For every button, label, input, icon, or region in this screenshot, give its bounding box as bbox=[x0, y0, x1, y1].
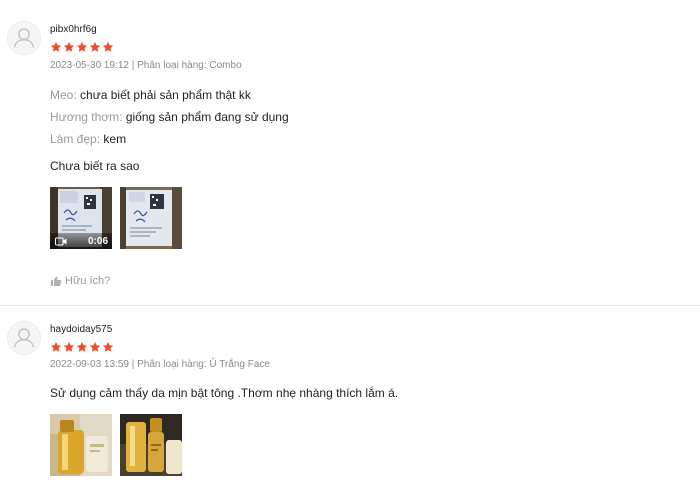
review-text: Chưa biết ra sao bbox=[50, 159, 140, 173]
attribute-label: Meo: bbox=[50, 88, 77, 102]
review-item: pibx0hrf6g 2023-05-30 19:12 | Phân loại … bbox=[0, 0, 700, 306]
review-attribute: Meo: chưa biết phải sản phẩm thật kk bbox=[50, 88, 251, 102]
review-image bbox=[120, 414, 182, 476]
star-icon bbox=[76, 341, 88, 353]
review-item: haydoiday575 2022-09-03 13:59 | Phân loạ… bbox=[0, 307, 700, 500]
video-duration: 0:06 bbox=[87, 235, 108, 247]
star-icon bbox=[50, 41, 62, 53]
video-overlay: 0:06 bbox=[50, 233, 112, 249]
review-attribute: Hương thơm: giống sản phẩm đang sử dụng bbox=[50, 110, 289, 124]
star-icon bbox=[76, 41, 88, 53]
review-meta: 2023-05-30 19:12 | Phân loại hàng: Combo bbox=[50, 60, 242, 71]
user-icon bbox=[8, 321, 40, 355]
review-meta: 2022-09-03 13:59 | Phân loại hàng: Ủ Trắ… bbox=[50, 359, 270, 370]
attribute-value: chưa biết phải sản phẩm thật kk bbox=[80, 88, 251, 102]
attribute-label: Làm đẹp: bbox=[50, 132, 101, 146]
review-image bbox=[50, 414, 112, 476]
review-video-thumbnail[interactable]: 0:06 bbox=[50, 187, 112, 249]
review-image-thumbnail[interactable] bbox=[50, 414, 112, 476]
attribute-value: giống sản phẩm đang sử dụng bbox=[125, 110, 289, 124]
star-icon bbox=[50, 341, 62, 353]
reviewer-username[interactable]: haydoiday575 bbox=[50, 324, 112, 335]
reviewer-username[interactable]: pibx0hrf6g bbox=[50, 24, 97, 35]
video-camera-icon bbox=[55, 236, 67, 246]
star-icon bbox=[102, 41, 114, 53]
review-image-thumbnail[interactable] bbox=[120, 414, 182, 476]
star-icon bbox=[63, 341, 75, 353]
review-attribute: Làm đẹp: kem bbox=[50, 132, 126, 146]
star-icon bbox=[89, 341, 101, 353]
avatar[interactable] bbox=[7, 21, 41, 55]
review-text: Sử dụng cảm thấy da mịn bật tông .Thơm n… bbox=[50, 386, 399, 400]
thumbs-up-icon bbox=[51, 276, 62, 286]
attribute-value: kem bbox=[103, 132, 127, 146]
star-icon bbox=[63, 41, 75, 53]
user-icon bbox=[8, 21, 40, 55]
avatar[interactable] bbox=[7, 321, 41, 355]
star-icon bbox=[89, 41, 101, 53]
helpful-label: Hữu ích? bbox=[65, 275, 111, 287]
review-image bbox=[120, 187, 182, 249]
star-icon bbox=[102, 341, 114, 353]
attribute-label: Hương thơm: bbox=[50, 110, 123, 124]
review-image-thumbnail[interactable] bbox=[120, 187, 182, 249]
star-rating bbox=[50, 341, 114, 353]
star-rating bbox=[50, 41, 114, 53]
helpful-button[interactable]: Hữu ích? bbox=[50, 275, 110, 287]
